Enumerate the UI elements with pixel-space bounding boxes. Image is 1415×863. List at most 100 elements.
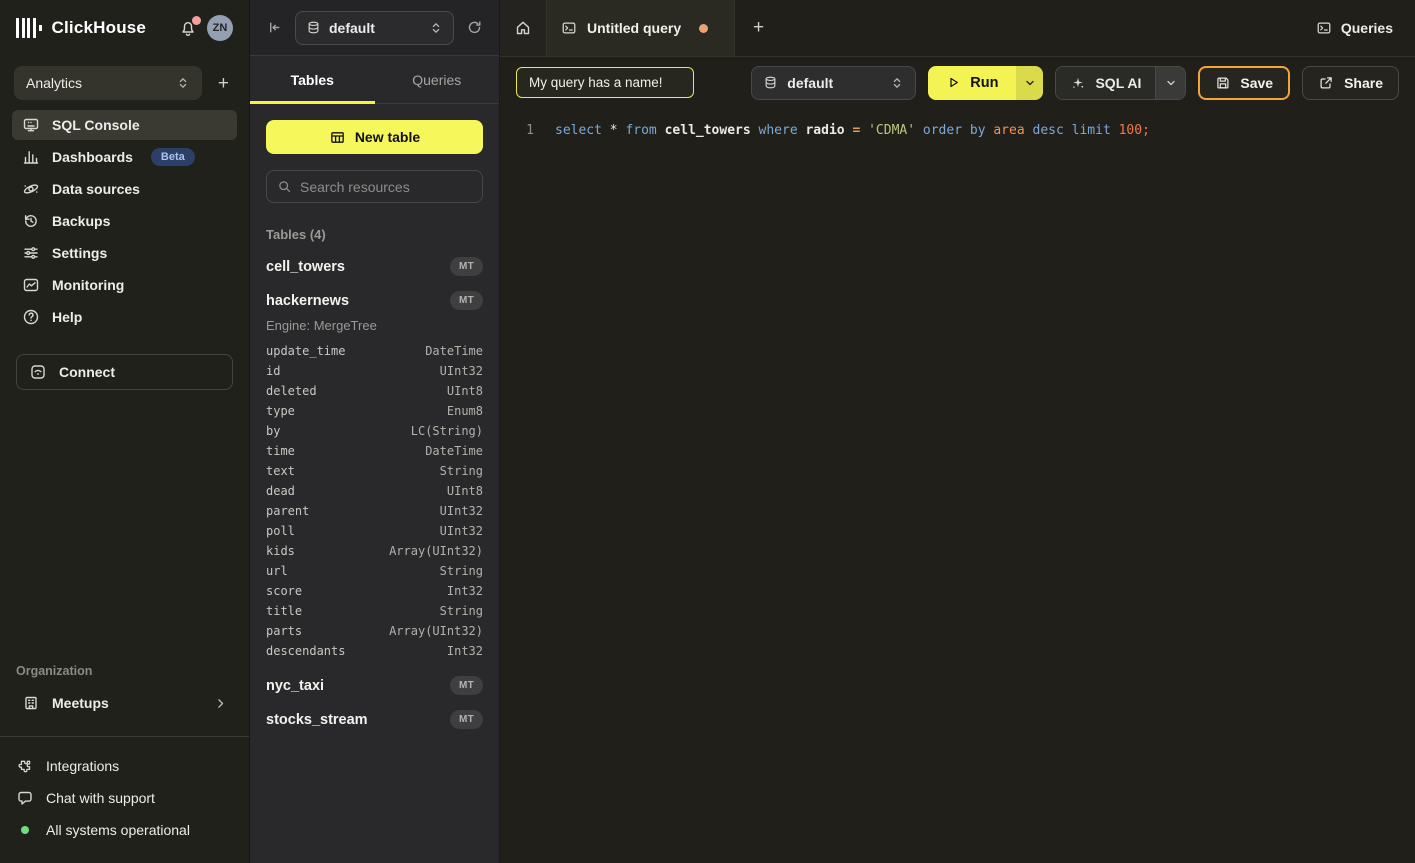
connect-button[interactable]: Connect xyxy=(16,354,233,390)
notification-dot xyxy=(192,16,201,25)
sql-token: cell_towers xyxy=(665,123,759,138)
sidebar-item-monitoring[interactable]: Monitoring xyxy=(12,270,237,300)
column-row: text String xyxy=(266,461,483,481)
save-button[interactable]: Save xyxy=(1198,66,1290,100)
home-icon xyxy=(514,19,532,37)
share-label: Share xyxy=(1344,75,1383,91)
column-name: update_time xyxy=(266,341,345,361)
table-name: stocks_stream xyxy=(266,712,368,728)
sidebar-item-help[interactable]: Help xyxy=(12,302,237,332)
table-row-nyc_taxi[interactable]: nyc_taxiMT xyxy=(266,676,483,695)
sql-token: where xyxy=(759,123,806,138)
column-row: descendantsInt32 xyxy=(266,641,483,661)
table-name: hackernews xyxy=(266,293,349,309)
column-name: kids xyxy=(266,541,295,561)
avatar[interactable]: ZN xyxy=(207,15,233,41)
footer-item-chat-with-support[interactable]: Chat with support xyxy=(16,783,233,813)
unsaved-changes-dot xyxy=(699,24,708,33)
database-select-value: default xyxy=(329,20,375,36)
run-options-button[interactable] xyxy=(1016,66,1043,100)
sql-ai-options-button[interactable] xyxy=(1155,67,1185,99)
tab-tables[interactable]: Tables xyxy=(250,56,375,103)
new-table-button[interactable]: New table xyxy=(266,120,483,154)
monitoring-icon xyxy=(22,276,40,294)
sidebar-item-label: SQL Console xyxy=(52,117,140,133)
table-list: cell_towersMThackernewsMTEngine: MergeTr… xyxy=(266,257,483,729)
sql-token: desc limit xyxy=(1033,123,1119,138)
explorer-header: default xyxy=(250,0,499,56)
column-name: url xyxy=(266,561,288,581)
queries-button[interactable]: Queries xyxy=(1294,0,1415,56)
sql-token: area xyxy=(993,123,1032,138)
table-row-cell_towers[interactable]: cell_towers MT xyxy=(266,257,483,276)
column-type: DateTime xyxy=(425,441,483,461)
engine-badge: MT xyxy=(450,291,483,310)
table-name: cell_towers xyxy=(266,259,345,275)
column-type: String xyxy=(440,461,483,481)
share-button[interactable]: Share xyxy=(1302,66,1399,100)
brand-title: ClickHouse xyxy=(52,18,147,38)
column-row: url String xyxy=(266,561,483,581)
database-select[interactable]: default xyxy=(751,66,916,100)
chat-icon xyxy=(16,789,34,807)
sidebar-item-sql-console[interactable]: SQL Console xyxy=(12,110,237,140)
sidebar-item-backups[interactable]: Backups xyxy=(12,206,237,236)
connect-icon xyxy=(29,363,47,381)
search-box xyxy=(266,170,483,203)
sql-token: order by xyxy=(923,123,993,138)
app-root: ClickHouse ZN Analytics + SQL Console Das… xyxy=(0,0,1415,863)
sql-token: from xyxy=(625,123,664,138)
sidebar-item-label: Settings xyxy=(52,245,107,261)
explorer-tabs: Tables Queries xyxy=(250,56,499,104)
new-tab-button[interactable]: + xyxy=(735,0,782,56)
chevron-down-icon xyxy=(1024,77,1036,89)
table-row-stocks_stream[interactable]: stocks_streamMT xyxy=(266,710,483,729)
database-icon xyxy=(306,20,321,35)
queries-button-label: Queries xyxy=(1341,20,1393,36)
sql-ai-button[interactable]: SQL AI xyxy=(1056,67,1155,99)
notifications-bell-icon[interactable] xyxy=(179,19,197,37)
column-name: text xyxy=(266,461,295,481)
column-type: LC(String) xyxy=(411,421,483,441)
refresh-icon[interactable] xyxy=(462,15,487,40)
sidebar-item-meetups[interactable]: Meetups xyxy=(12,686,237,720)
help-icon xyxy=(22,308,40,326)
sidebar-footer: Integrations Chat with support All systems… xyxy=(0,737,249,863)
column-row: kidsArray(UInt32) xyxy=(266,541,483,561)
query-tab[interactable]: Untitled query xyxy=(547,0,735,56)
sidebar-item-dashboards[interactable]: DashboardsBeta xyxy=(12,142,237,172)
column-name: parts xyxy=(266,621,302,641)
footer-item-integrations[interactable]: Integrations xyxy=(16,751,233,781)
beta-badge: Beta xyxy=(151,148,195,166)
column-list: update_timeDateTimeidUInt32deletedUInt8t… xyxy=(266,341,483,661)
table-row-hackernews[interactable]: hackernews MT xyxy=(266,291,483,310)
run-button[interactable]: Run xyxy=(928,66,1016,100)
sparkle-icon xyxy=(1070,75,1086,91)
column-type: String xyxy=(440,601,483,621)
sql-token: radio xyxy=(805,123,852,138)
footer-item-label: Chat with support xyxy=(46,790,155,806)
engine-badge: MT xyxy=(450,257,483,276)
column-name: id xyxy=(266,361,280,381)
column-type: Int32 xyxy=(447,581,483,601)
footer-item-all-systems-operational[interactable]: All systems operational xyxy=(16,815,233,845)
workspace-select[interactable]: Analytics xyxy=(14,66,202,100)
search-input[interactable] xyxy=(300,179,481,195)
column-type: UInt8 xyxy=(447,481,483,501)
add-workspace-button[interactable]: + xyxy=(212,70,235,97)
query-name-input[interactable] xyxy=(516,67,694,98)
column-type: UInt32 xyxy=(440,501,483,521)
chevron-down-icon xyxy=(1165,77,1177,89)
sql-token: select xyxy=(555,123,610,138)
organization-label: Organization xyxy=(16,664,233,678)
database-select[interactable]: default xyxy=(295,11,454,45)
collapse-sidebar-icon[interactable] xyxy=(262,15,287,40)
sql-editor[interactable]: 1 select * from cell_towers where radio … xyxy=(500,108,1415,863)
share-external-link-icon xyxy=(1318,75,1334,91)
tab-queries[interactable]: Queries xyxy=(375,56,500,103)
sidebar-item-settings[interactable]: Settings xyxy=(12,238,237,268)
column-type: String xyxy=(440,561,483,581)
home-button[interactable] xyxy=(500,0,547,56)
sidebar-item-data-sources[interactable]: Data sources xyxy=(12,174,237,204)
column-row: scoreInt32 xyxy=(266,581,483,601)
